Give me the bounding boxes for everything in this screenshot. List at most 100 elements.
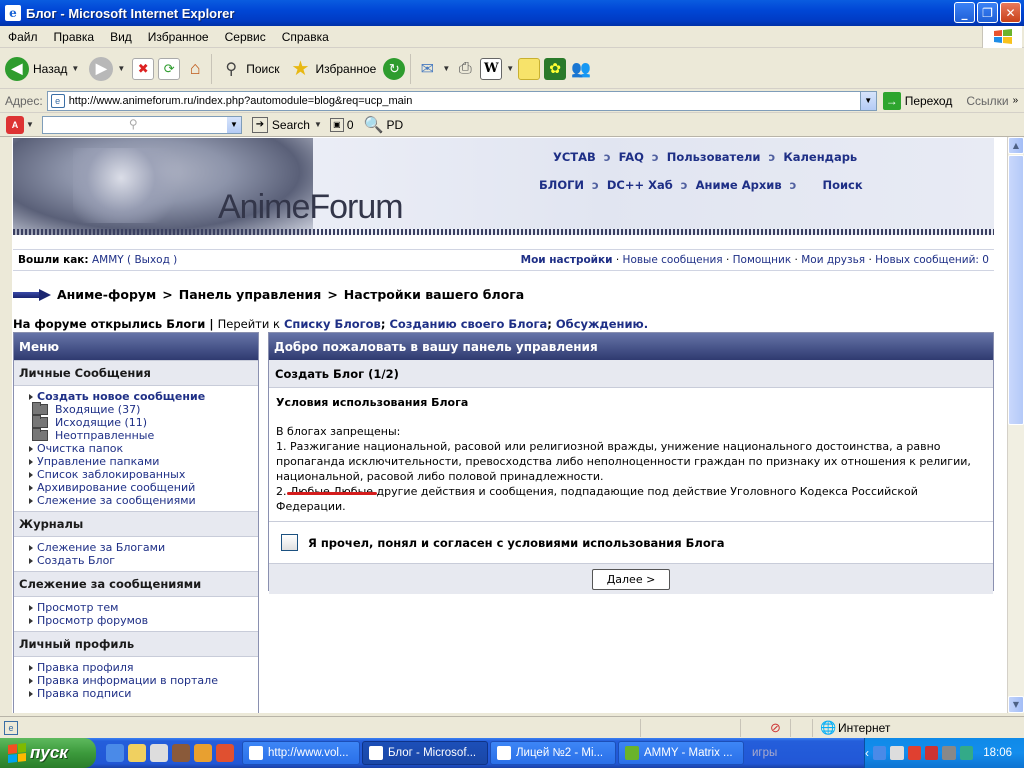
breadcrumb-item[interactable]: Аниме-форум [57, 287, 156, 302]
breadcrumb-item[interactable]: Панель управления [179, 287, 322, 302]
menu-file[interactable]: Файл [0, 30, 46, 44]
tray-expand-icon[interactable]: ‹ [865, 746, 869, 760]
create-blog-link[interactable]: Созданию своего Блога [389, 317, 547, 331]
breadcrumb-item[interactable]: Настройки вашего блога [344, 287, 524, 302]
toolbar-search-input[interactable]: ⚲ ▼ [41, 115, 242, 134]
new-posts-link[interactable]: Новые сообщения [623, 254, 723, 266]
edit-word-icon[interactable]: W [480, 57, 503, 80]
mail-dropdown-icon[interactable]: ▼ [442, 64, 450, 73]
list-item-manage-folders[interactable]: Управление папками [29, 455, 258, 468]
tray-icon[interactable] [942, 746, 956, 760]
logout-link[interactable]: ( Выход ) [127, 254, 177, 266]
list-item-create-blog[interactable]: Создать Блог [29, 554, 258, 567]
assistant-link[interactable]: Помощник [733, 254, 792, 266]
nav-blogs[interactable]: БЛОГИ [539, 178, 584, 192]
home-icon[interactable]: ⌂ [184, 58, 206, 80]
nav-search[interactable]: Поиск [822, 178, 862, 192]
search-button[interactable]: ⚲ Поиск [215, 51, 284, 87]
mail-icon[interactable]: ✉ [416, 58, 438, 80]
popup-blocked-icon[interactable]: ⊘ [770, 720, 781, 736]
list-item-edit-profile[interactable]: Правка профиля [29, 661, 258, 674]
favorites-button[interactable]: ★ Избранное [285, 51, 382, 87]
start-button[interactable]: пуск [0, 738, 96, 768]
links-button[interactable]: Ссылки [966, 94, 1008, 108]
counter-button[interactable]: ▣ 0 [329, 117, 354, 132]
nav-ustav[interactable]: УСТАВ [553, 150, 596, 164]
print-icon[interactable]: ⎙ [454, 58, 476, 80]
tray-icon[interactable] [907, 746, 922, 760]
task-button[interactable]: AMMY - Matrix ... [618, 741, 744, 765]
list-item-edit-portal-info[interactable]: Правка информации в портале [29, 674, 258, 687]
quicklaunch-icon[interactable] [150, 744, 168, 762]
menu-help[interactable]: Справка [274, 30, 337, 44]
back-button[interactable]: ◀ Назад ▼ [0, 51, 84, 87]
new-messages-link[interactable]: Новых сообщений: 0 [875, 254, 989, 266]
nav-users[interactable]: Пользователи [667, 150, 761, 164]
list-item-archive[interactable]: Архивирование сообщений [29, 481, 258, 494]
nav-faq[interactable]: FAQ [619, 150, 644, 164]
discuss-note-icon[interactable] [518, 57, 541, 80]
stop-icon[interactable]: ✖ [132, 57, 155, 80]
list-item-blocked[interactable]: Список заблокированных [29, 468, 258, 481]
search-dropdown-icon[interactable]: ▼ [226, 116, 241, 133]
icq-flower-icon[interactable]: ✿ [544, 57, 567, 80]
tray-icon[interactable] [890, 746, 904, 760]
back-dropdown-icon[interactable]: ▼ [71, 64, 79, 73]
list-item-view-forums[interactable]: Просмотр форумов [29, 614, 258, 627]
list-item-edit-signature[interactable]: Правка подписи [29, 687, 258, 700]
address-input[interactable]: e http://www.animeforum.ru/index.php?aut… [46, 90, 877, 111]
list-item-new-message[interactable]: Создать новое сообщение [29, 390, 258, 403]
tray-icon[interactable] [925, 746, 939, 760]
nav-dc-hub[interactable]: DC++ Хаб [607, 178, 673, 192]
tray-icon[interactable] [959, 746, 974, 760]
window-titlebar[interactable]: e Блог - Microsoft Internet Explorer _ ❐… [0, 0, 1024, 26]
tray-icon[interactable] [872, 746, 887, 760]
discussion-link[interactable]: Обсуждению. [556, 317, 648, 331]
scroll-down-icon[interactable]: ▼ [1008, 696, 1024, 713]
my-friends-link[interactable]: Мои друзья [801, 254, 865, 266]
task-button[interactable]: Лицей №2 - Mi... [490, 741, 616, 765]
scroll-thumb[interactable] [1008, 155, 1024, 425]
menu-view[interactable]: Вид [102, 30, 140, 44]
forward-dropdown-icon[interactable]: ▼ [117, 64, 125, 73]
list-item-tracking[interactable]: Слежение за сообщениями [29, 494, 258, 507]
list-item-drafts[interactable]: Неотправленные [29, 428, 258, 442]
task-button[interactable]: http://www.vol... [242, 741, 360, 765]
list-item-view-topics[interactable]: Просмотр тем [29, 601, 258, 614]
maximize-button[interactable]: ❐ [977, 2, 998, 23]
quicklaunch-icon[interactable] [172, 744, 190, 762]
go-button[interactable]: → Переход [882, 91, 952, 110]
task-button-active[interactable]: Блог - Microsof... [362, 741, 488, 765]
vertical-scrollbar[interactable]: ▲ ▼ [1007, 137, 1024, 713]
address-dropdown-icon[interactable]: ▼ [859, 91, 876, 110]
logo-dropdown-icon[interactable]: ▼ [26, 120, 34, 129]
ie-quicklaunch-icon[interactable] [106, 744, 124, 762]
username-link[interactable]: AMMY [92, 254, 124, 266]
quicklaunch-icon[interactable] [194, 744, 212, 762]
edit-dropdown-icon[interactable]: ▼ [506, 64, 514, 73]
close-button[interactable]: ✕ [1000, 2, 1021, 23]
quicklaunch-icon[interactable] [128, 744, 146, 762]
list-item-empty-folders[interactable]: Очистка папок [29, 442, 258, 455]
toolbar-search-button[interactable]: ➔ Search ▼ [251, 116, 322, 133]
chevron-right-icon[interactable]: » [1013, 95, 1019, 106]
nav-calendar[interactable]: Календарь [783, 150, 857, 164]
menu-edit[interactable]: Правка [46, 30, 103, 44]
menu-favorites[interactable]: Избранное [140, 30, 217, 44]
nav-anime-archive[interactable]: Аниме Архив [696, 178, 782, 192]
refresh-icon[interactable]: ⟳ [158, 57, 181, 80]
my-settings-link[interactable]: Мои настройки [521, 254, 613, 266]
quicklaunch-icon[interactable] [216, 744, 234, 762]
agree-row[interactable]: Я прочел, понял и согласен с условиями и… [269, 521, 993, 564]
next-button[interactable]: Далее > [591, 568, 671, 590]
list-item-track-blogs[interactable]: Слежение за Блогами [29, 541, 258, 554]
agree-checkbox[interactable] [281, 534, 298, 551]
toolbar-search-dropdown-icon[interactable]: ▼ [314, 120, 322, 129]
scroll-up-icon[interactable]: ▲ [1008, 137, 1024, 154]
history-icon[interactable]: ↻ [383, 57, 406, 80]
list-item-sent[interactable]: Исходящие (11) [29, 415, 258, 429]
forward-button[interactable]: ▶ ▼ [84, 51, 130, 87]
games-toolbar[interactable]: игры [752, 747, 777, 759]
menu-tools[interactable]: Сервис [217, 30, 274, 44]
toolbar-logo-icon[interactable]: A [6, 115, 24, 134]
